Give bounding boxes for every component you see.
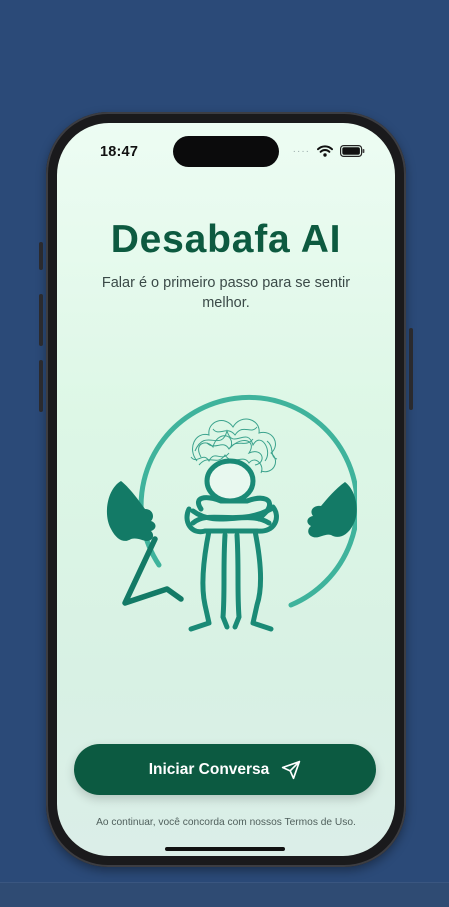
app-subtitle: Falar é o primeiro passo para se sentir … <box>101 275 351 311</box>
action-button <box>39 242 43 270</box>
person-hugging-knees-illustration <box>106 394 357 632</box>
inner-left-leg <box>220 532 230 630</box>
phone-frame: 18:47 ···· Desabafa AI Falar é o primeir… <box>39 112 413 867</box>
volume-up-button <box>39 294 43 346</box>
right-leg <box>250 528 274 632</box>
start-conversation-label: Iniciar Conversa <box>148 760 270 778</box>
app-screen: 18:47 ···· Desabafa AI Falar é o primeir… <box>57 123 395 856</box>
left-hand <box>106 481 156 541</box>
start-conversation-button[interactable]: Iniciar Conversa <box>74 744 376 795</box>
dynamic-island <box>173 136 279 167</box>
speech-bubble-tail <box>122 536 184 606</box>
bottom-strip <box>0 882 449 907</box>
status-icons: ···· <box>293 145 365 157</box>
battery-icon <box>340 145 365 157</box>
terms-notice: Ao continuar, você concorda com nossos T… <box>96 817 356 828</box>
wifi-icon <box>317 145 333 157</box>
power-button <box>409 328 413 410</box>
volume-down-button <box>39 360 43 412</box>
status-time: 18:47 <box>100 144 139 160</box>
left-leg <box>188 528 212 632</box>
crossed-arms <box>190 506 274 526</box>
head <box>204 458 256 504</box>
send-icon <box>282 760 301 779</box>
cellular-signal-icon: ···· <box>292 145 310 157</box>
home-indicator[interactable] <box>165 847 285 851</box>
right-hand <box>307 482 357 538</box>
inner-right-leg <box>232 532 242 630</box>
app-title: Desabafa AI <box>110 218 342 261</box>
